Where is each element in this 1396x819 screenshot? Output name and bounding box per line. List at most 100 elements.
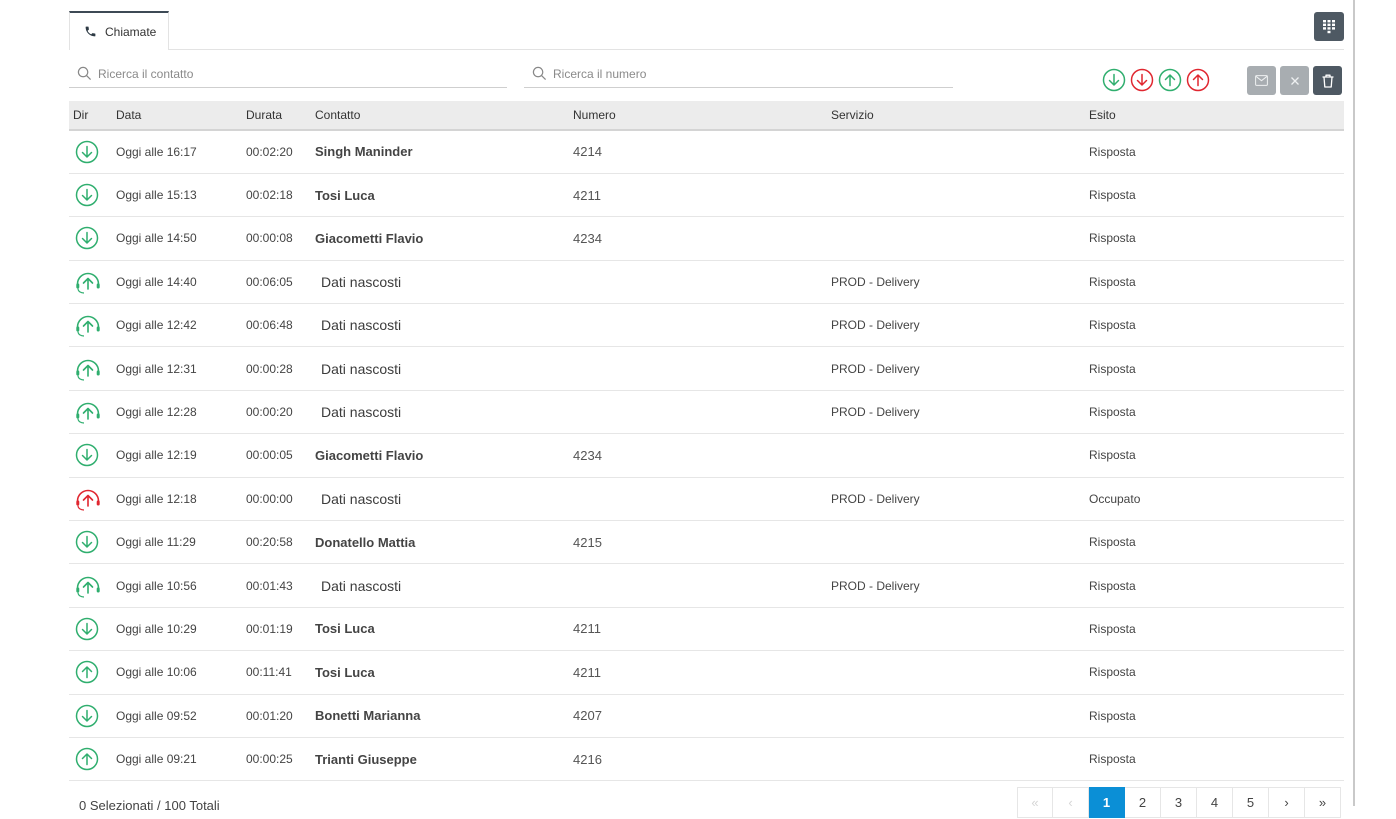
incoming-call-icon [75, 183, 99, 207]
date-cell: Oggi alle 11:29 [116, 535, 196, 550]
column-header-durata[interactable]: Durata [242, 101, 311, 130]
outcome-cell: Risposta [1089, 231, 1136, 246]
next-page-button[interactable]: › [1269, 787, 1305, 818]
direction-cell [69, 390, 112, 433]
contact-cell: Dati nascosti [321, 360, 402, 377]
date-cell: Oggi alle 16:17 [116, 144, 197, 159]
table-row[interactable]: Oggi alle 14:50 00:00:08 Giacometti Flav… [69, 217, 1344, 261]
bulk-actions [1247, 66, 1342, 95]
table-row[interactable]: Oggi alle 10:29 00:01:19 Tosi Luca 4211 … [69, 607, 1344, 651]
date-cell: Oggi alle 10:56 [116, 578, 197, 593]
date-cell: Oggi alle 12:19 [116, 448, 197, 463]
table-row[interactable]: Oggi alle 12:42 00:06:48 Dati nascosti P… [69, 304, 1344, 347]
contact-cell: Tosi Luca [315, 187, 375, 203]
date-cell: Oggi alle 14:50 [116, 231, 197, 246]
date-cell: Oggi alle 12:28 [116, 405, 197, 420]
column-header-numero[interactable]: Numero [569, 101, 827, 130]
outcome-cell: Risposta [1089, 405, 1136, 420]
column-header-data[interactable]: Data [112, 101, 242, 130]
outgoing-headset-icon [76, 402, 100, 424]
outgoing-answered-filter-icon[interactable] [1158, 68, 1182, 92]
outcome-cell: Risposta [1089, 578, 1136, 593]
prev-page-button[interactable]: ‹ [1053, 787, 1089, 818]
number-cell [569, 347, 827, 390]
contact-cell: Dati nascosti [321, 404, 402, 421]
column-header-dir[interactable]: Dir [69, 101, 112, 130]
outcome-cell: Risposta [1089, 274, 1136, 289]
first-page-button[interactable]: « [1017, 787, 1053, 818]
contact-search [69, 60, 507, 88]
tab-label: Chiamate [105, 24, 157, 39]
contact-cell: Dati nascosti [321, 273, 402, 290]
table-row[interactable]: Oggi alle 14:40 00:06:05 Dati nascosti P… [69, 260, 1344, 304]
date-cell: Oggi alle 10:06 [116, 665, 197, 680]
email-button[interactable] [1247, 66, 1276, 95]
table-row[interactable]: Oggi alle 15:13 00:02:18 Tosi Luca 4211 … [69, 173, 1344, 217]
tab-chiamate[interactable]: Chiamate [69, 11, 169, 50]
table-row[interactable]: Oggi alle 11:29 00:20:58 Donatello Matti… [69, 521, 1344, 564]
outcome-cell: Occupato [1089, 491, 1141, 506]
number-cell [569, 477, 827, 520]
service-cell [827, 651, 1085, 694]
table-row[interactable]: Oggi alle 16:17 00:02:20 Singh Maninder … [69, 130, 1344, 174]
table-row[interactable]: Oggi alle 12:28 00:00:20 Dati nascosti P… [69, 390, 1344, 434]
date-cell: Oggi alle 12:42 [116, 318, 197, 333]
outgoing-missed-filter-icon[interactable] [1186, 68, 1210, 92]
service-cell [827, 217, 1085, 260]
duration-cell: 00:02:18 [246, 188, 293, 203]
last-page-button[interactable]: » [1305, 787, 1341, 818]
number-search-input[interactable] [553, 66, 953, 81]
page-button-2[interactable]: 2 [1125, 787, 1161, 818]
duration-cell: 00:01:19 [246, 621, 293, 636]
outcome-cell: Risposta [1089, 144, 1136, 159]
incoming-missed-filter-icon[interactable] [1130, 68, 1154, 92]
service-cell [827, 694, 1085, 737]
pagination: « ‹ 1 2 3 4 5 › » [1017, 787, 1341, 819]
outcome-cell: Risposta [1089, 665, 1136, 680]
table-row[interactable]: Oggi alle 12:31 00:00:28 Dati nascosti P… [69, 347, 1344, 391]
number-cell: 4216 [573, 751, 602, 767]
contact-cell: Giacometti Flavio [315, 447, 424, 463]
direction-cell [69, 217, 112, 260]
table-row[interactable]: Oggi alle 09:21 00:00:25 Trianti Giusepp… [69, 737, 1344, 781]
table-header: Dir Data Durata Contatto Numero Servizio… [69, 101, 1344, 130]
number-cell: 4234 [573, 230, 602, 246]
tab-bar: Chiamate [69, 11, 1344, 50]
date-cell: Oggi alle 15:13 [116, 188, 197, 203]
dialpad-button[interactable] [1314, 12, 1344, 41]
page-button-4[interactable]: 4 [1197, 787, 1233, 818]
search-icon [532, 66, 547, 81]
incoming-call-icon [75, 704, 99, 728]
contact-cell: Tosi Luca [315, 664, 375, 680]
table-row[interactable]: Oggi alle 12:19 00:00:05 Giacometti Flav… [69, 434, 1344, 478]
page-button-3[interactable]: 3 [1161, 787, 1197, 818]
dialpad-icon [1323, 19, 1335, 33]
column-header-servizio[interactable]: Servizio [827, 101, 1085, 130]
duration-cell: 00:11:41 [246, 665, 292, 680]
column-header-contatto[interactable]: Contatto [311, 101, 569, 130]
clear-selection-button[interactable] [1280, 66, 1309, 95]
service-cell [827, 607, 1085, 650]
incoming-answered-filter-icon[interactable] [1102, 68, 1126, 92]
table-row[interactable]: Oggi alle 09:52 00:01:20 Bonetti Mariann… [69, 694, 1344, 738]
direction-cell [69, 564, 112, 607]
table-row[interactable]: Oggi alle 10:06 00:11:41 Tosi Luca 4211 … [69, 651, 1344, 695]
column-header-esito[interactable]: Esito [1085, 101, 1344, 130]
table-row[interactable]: Oggi alle 12:18 00:00:00 Dati nascosti P… [69, 477, 1344, 521]
mail-icon [1255, 75, 1268, 86]
page-button-5[interactable]: 5 [1233, 787, 1269, 818]
table-row[interactable]: Oggi alle 10:56 00:01:43 Dati nascosti P… [69, 564, 1344, 608]
close-icon [1290, 76, 1299, 85]
duration-cell: 00:20:58 [246, 535, 293, 550]
calls-table: Dir Data Durata Contatto Numero Servizio… [69, 101, 1344, 781]
duration-cell: 00:06:48 [246, 318, 293, 333]
delete-button[interactable] [1313, 66, 1342, 95]
contact-cell: Giacometti Flavio [315, 230, 424, 246]
page-button-1[interactable]: 1 [1089, 787, 1125, 818]
duration-cell: 00:06:05 [246, 274, 293, 289]
number-cell: 4207 [573, 708, 602, 724]
direction-cell [69, 694, 112, 737]
outcome-cell: Risposta [1089, 361, 1136, 376]
contact-search-input[interactable] [98, 66, 507, 81]
number-cell [569, 390, 827, 433]
